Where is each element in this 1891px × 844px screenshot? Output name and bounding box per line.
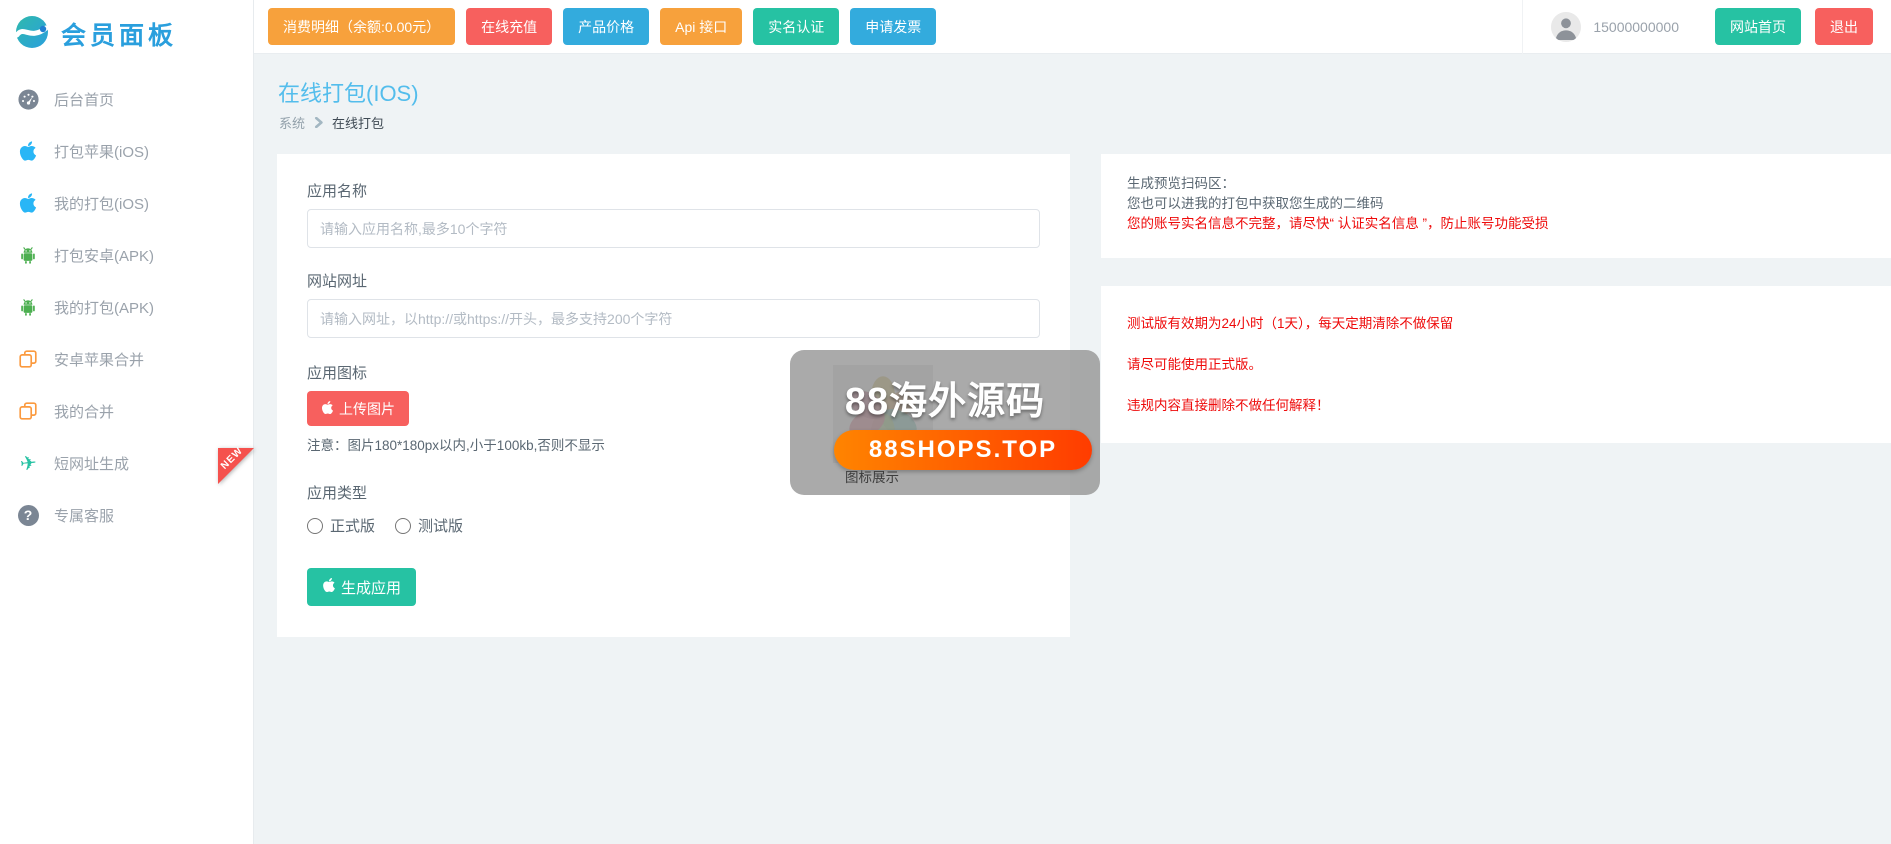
generate-app-label: 生成应用 [341, 577, 401, 598]
consumption-detail-button[interactable]: 消费明细（余额:0.00元） [268, 8, 455, 45]
plane-icon: ✈ [15, 451, 41, 476]
sidebar-item-package-apk[interactable]: 打包安卓(APK) [0, 229, 253, 281]
sidebar-item-my-merge[interactable]: 我的合并 [0, 385, 253, 437]
question-icon: ? [15, 505, 41, 526]
app-type-options: 正式版 测试版 [307, 515, 1040, 536]
brand-logo-icon [13, 13, 51, 56]
apple-icon [321, 400, 334, 418]
watermark-domain: 88SHOPS.TOP [834, 430, 1092, 470]
icon-preview-caption: 图标展示 [845, 466, 899, 486]
sidebar-item-label: 我的打包(iOS) [54, 193, 149, 214]
radio-official[interactable]: 正式版 [307, 515, 375, 536]
api-button[interactable]: Api 接口 [660, 8, 742, 45]
breadcrumb-root[interactable]: 系统 [279, 113, 305, 132]
notice-panel: 测试版有效期为24小时（1天），每天定期清除不做保留 请尽可能使用正式版。 违规… [1101, 286, 1891, 443]
brand-logo: 会员面板 [0, 0, 253, 58]
radio-test-label: 测试版 [418, 515, 463, 536]
sidebar-item-merge[interactable]: 安卓苹果合并 [0, 333, 253, 385]
sidebar-item-dashboard[interactable]: 后台首页 [0, 73, 253, 125]
apple-icon [15, 140, 41, 162]
generate-app-button[interactable]: 生成应用 [307, 568, 416, 606]
sidebar-item-my-package-ios[interactable]: 我的打包(iOS) [0, 177, 253, 229]
apple-icon [15, 192, 41, 214]
main-content: 在线打包(IOS) 系统 在线打包 应用名称 网站网址 应用图标 上传图片 注意… [254, 54, 1891, 844]
watermark-overlay: 88海外源码 88SHOPS.TOP [790, 350, 1100, 495]
radio-official-label: 正式版 [330, 515, 375, 536]
sidebar-item-label: 我的合并 [54, 401, 114, 422]
radio-test[interactable]: 测试版 [395, 515, 463, 536]
notice-line: 测试版有效期为24小时（1天），每天定期清除不做保留 [1127, 312, 1865, 332]
recharge-button[interactable]: 在线充值 [466, 8, 552, 45]
upload-image-label: 上传图片 [339, 399, 395, 419]
product-price-button[interactable]: 产品价格 [563, 8, 649, 45]
chevron-right-icon [313, 117, 324, 128]
sidebar: 会员面板 后台首页 [0, 0, 254, 844]
app-window: 会员面板 后台首页 [0, 0, 1891, 844]
upload-image-button[interactable]: 上传图片 [307, 391, 409, 426]
apple-icon [322, 577, 336, 597]
merge-icon [15, 400, 41, 422]
merge-icon [15, 348, 41, 370]
sidebar-item-label: 短网址生成 [54, 453, 129, 474]
sidebar-item-support[interactable]: ? 专属客服 [0, 489, 253, 541]
site-home-button[interactable]: 网站首页 [1715, 8, 1801, 45]
realname-warning-text: 您的账号实名信息不完整，请尽快“ 认证实名信息 ”，防止账号功能受损 [1127, 214, 1865, 234]
notice-line: 违规内容直接删除不做任何解释！ [1127, 394, 1865, 414]
sidebar-item-label: 打包苹果(iOS) [54, 141, 149, 162]
sidebar-item-my-package-apk[interactable]: 我的打包(APK) [0, 281, 253, 333]
page-title: 在线打包(IOS) [278, 76, 419, 108]
sidebar-item-label: 我的打包(APK) [54, 297, 154, 318]
avatar [1551, 12, 1581, 42]
notice-line: 请尽可能使用正式版。 [1127, 353, 1865, 373]
site-url-input[interactable] [307, 299, 1040, 338]
qr-preview-line1: 生成预览扫码区： [1127, 174, 1865, 194]
realname-auth-button[interactable]: 实名认证 [753, 8, 839, 45]
app-name-label: 应用名称 [307, 180, 1040, 201]
logout-button[interactable]: 退出 [1815, 8, 1873, 45]
sidebar-item-label: 专属客服 [54, 505, 114, 526]
site-url-label: 网站网址 [307, 270, 1040, 291]
android-icon [15, 296, 41, 318]
new-badge-label: NEW [219, 445, 245, 471]
sidebar-item-label: 打包安卓(APK) [54, 245, 154, 266]
new-badge: NEW [218, 448, 254, 484]
android-icon [15, 244, 41, 266]
topbar-divider [1522, 0, 1523, 54]
breadcrumb: 系统 在线打包 [279, 113, 384, 132]
dashboard-icon [15, 88, 41, 111]
topbar-user-area: 15000000000 网站首页 退出 [1522, 0, 1873, 54]
qr-preview-line2: 您也可以进我的打包中获取您生成的二维码 [1127, 194, 1865, 214]
watermark-title: 88海外源码 [790, 370, 1100, 425]
breadcrumb-current: 在线打包 [332, 113, 384, 132]
radio-test-input[interactable] [395, 518, 411, 534]
sidebar-menu: 后台首页 打包苹果(iOS) 我的打包(iOS) [0, 73, 253, 541]
user-phone: 15000000000 [1593, 19, 1679, 35]
radio-official-input[interactable] [307, 518, 323, 534]
sidebar-item-package-ios[interactable]: 打包苹果(iOS) [0, 125, 253, 177]
sidebar-item-label: 后台首页 [54, 89, 114, 110]
sidebar-item-short-url[interactable]: ✈ 短网址生成 [0, 437, 253, 489]
qr-preview-panel: 生成预览扫码区： 您也可以进我的打包中获取您生成的二维码 您的账号实名信息不完整… [1101, 154, 1891, 258]
app-name-input[interactable] [307, 209, 1040, 248]
sidebar-item-label: 安卓苹果合并 [54, 349, 144, 370]
topbar: 消费明细（余额:0.00元） 在线充值 产品价格 Api 接口 实名认证 申请发… [254, 0, 1891, 54]
brand-title: 会员面板 [61, 16, 177, 52]
invoice-button[interactable]: 申请发票 [850, 8, 936, 45]
